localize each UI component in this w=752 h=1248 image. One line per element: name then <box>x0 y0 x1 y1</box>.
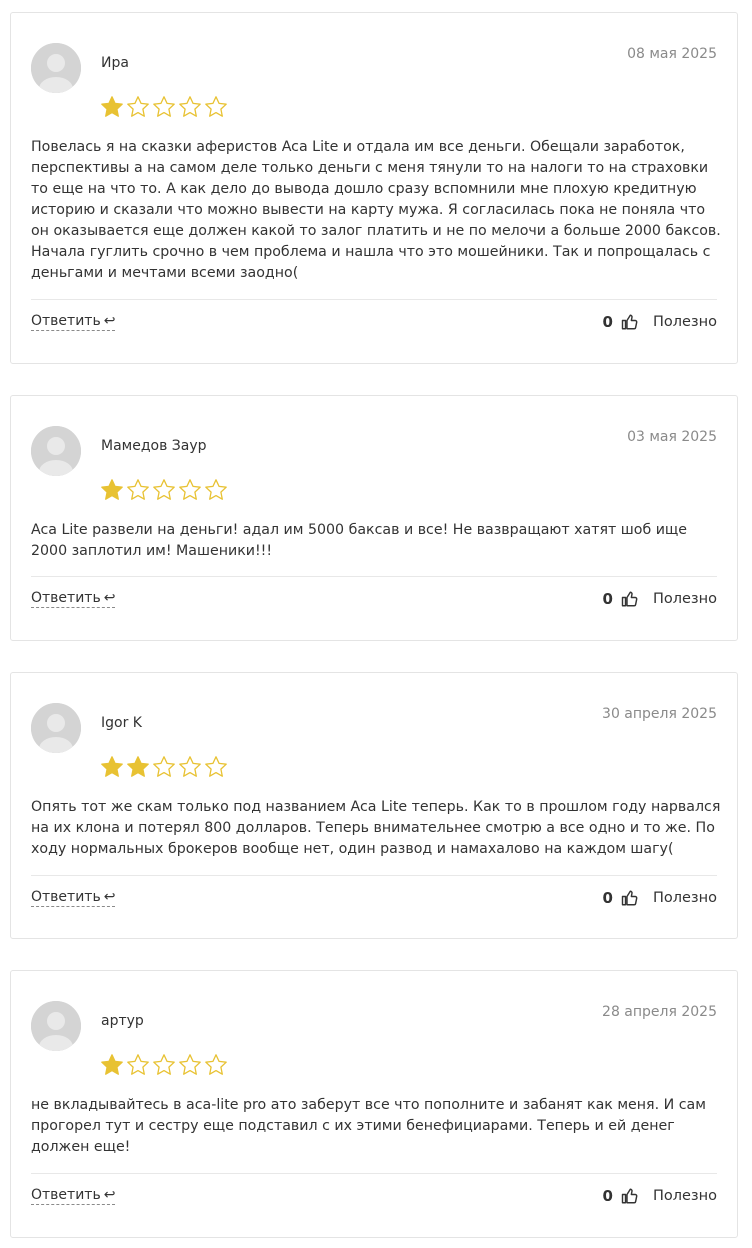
reply-label: Ответить <box>31 590 101 606</box>
star-filled-icon <box>101 756 123 777</box>
star-empty-icon <box>153 756 175 777</box>
review-text: Опять тот же скам только под названием A… <box>31 799 721 857</box>
avatar <box>31 43 81 93</box>
helpful-button[interactable]: Полезно <box>653 890 717 906</box>
review-footer: Ответить ↩ 0 Полезно <box>31 875 717 920</box>
helpful-button[interactable]: Полезно <box>653 1188 717 1204</box>
reply-label: Ответить <box>31 313 101 329</box>
thumbs-up-icon[interactable] <box>621 889 639 907</box>
reply-arrow-icon: ↩ <box>103 1187 116 1203</box>
review-author: Igor K <box>101 715 142 731</box>
star-filled-icon <box>127 756 149 777</box>
helpful-count: 0 <box>602 313 613 331</box>
review-footer: Ответить ↩ 0 Полезно <box>31 1173 717 1218</box>
star-rating <box>100 478 228 504</box>
review-date: 30 апреля 2025 <box>602 706 717 722</box>
review-author: артур <box>101 1013 144 1029</box>
reply-button[interactable]: Ответить ↩ <box>31 889 116 907</box>
reply-button[interactable]: Ответить ↩ <box>31 590 116 608</box>
review-text: Повелась я на сказки аферистов Aca Lite … <box>31 139 721 281</box>
star-empty-icon <box>153 1054 175 1075</box>
avatar <box>31 426 81 476</box>
review-card: Ира 08 мая 2025 Повелась я на сказки афе… <box>10 12 738 364</box>
star-filled-icon <box>101 479 123 500</box>
helpful-count: 0 <box>602 889 613 907</box>
reply-label: Ответить <box>31 1187 101 1203</box>
star-empty-icon <box>127 479 149 500</box>
helpful-vote: 0 Полезно <box>603 590 717 608</box>
star-empty-icon <box>179 479 201 500</box>
thumbs-up-icon[interactable] <box>621 313 639 331</box>
star-filled-icon <box>101 1054 123 1075</box>
star-filled-icon <box>101 96 123 117</box>
star-empty-icon <box>127 96 149 117</box>
helpful-button[interactable]: Полезно <box>653 314 717 330</box>
review-card: артур 28 апреля 2025 не вкладывайтесь в … <box>10 970 738 1238</box>
review-author: Ира <box>101 55 129 71</box>
avatar <box>31 1001 81 1051</box>
reply-arrow-icon: ↩ <box>103 313 116 329</box>
review-card: Igor K 30 апреля 2025 Опять тот же скам … <box>10 672 738 939</box>
reply-button[interactable]: Ответить ↩ <box>31 1187 116 1205</box>
reply-label: Ответить <box>31 889 101 905</box>
helpful-count: 0 <box>602 590 613 608</box>
review-footer: Ответить ↩ 0 Полезно <box>31 576 717 621</box>
helpful-button[interactable]: Полезно <box>653 591 717 607</box>
reply-arrow-icon: ↩ <box>103 590 116 606</box>
helpful-vote: 0 Полезно <box>603 313 717 331</box>
reply-arrow-icon: ↩ <box>103 889 116 905</box>
star-rating <box>100 95 228 121</box>
reply-button[interactable]: Ответить ↩ <box>31 313 116 331</box>
helpful-count: 0 <box>602 1187 613 1205</box>
thumbs-up-icon[interactable] <box>621 590 639 608</box>
star-empty-icon <box>179 96 201 117</box>
star-rating <box>100 1053 228 1079</box>
avatar <box>31 703 81 753</box>
review-date: 28 апреля 2025 <box>602 1004 717 1020</box>
star-empty-icon <box>179 756 201 777</box>
star-empty-icon <box>205 756 227 777</box>
review-text: не вкладывайтесь в aca-lite pro ато забе… <box>31 1097 706 1155</box>
review-date: 08 мая 2025 <box>627 46 717 62</box>
star-empty-icon <box>205 1054 227 1075</box>
star-empty-icon <box>153 479 175 500</box>
star-rating <box>100 755 228 781</box>
review-author: Мамедов Заур <box>101 438 207 454</box>
review-date: 03 мая 2025 <box>627 429 717 445</box>
star-empty-icon <box>205 479 227 500</box>
star-empty-icon <box>179 1054 201 1075</box>
helpful-vote: 0 Полезно <box>603 889 717 907</box>
helpful-vote: 0 Полезно <box>603 1187 717 1205</box>
thumbs-up-icon[interactable] <box>621 1187 639 1205</box>
star-empty-icon <box>205 96 227 117</box>
review-card: Мамедов Заур 03 мая 2025 Aca Lite развел… <box>10 395 738 641</box>
star-empty-icon <box>127 1054 149 1075</box>
star-empty-icon <box>153 96 175 117</box>
review-text: Aca Lite развели на деньги! адал им 5000… <box>31 522 688 559</box>
review-footer: Ответить ↩ 0 Полезно <box>31 299 717 344</box>
